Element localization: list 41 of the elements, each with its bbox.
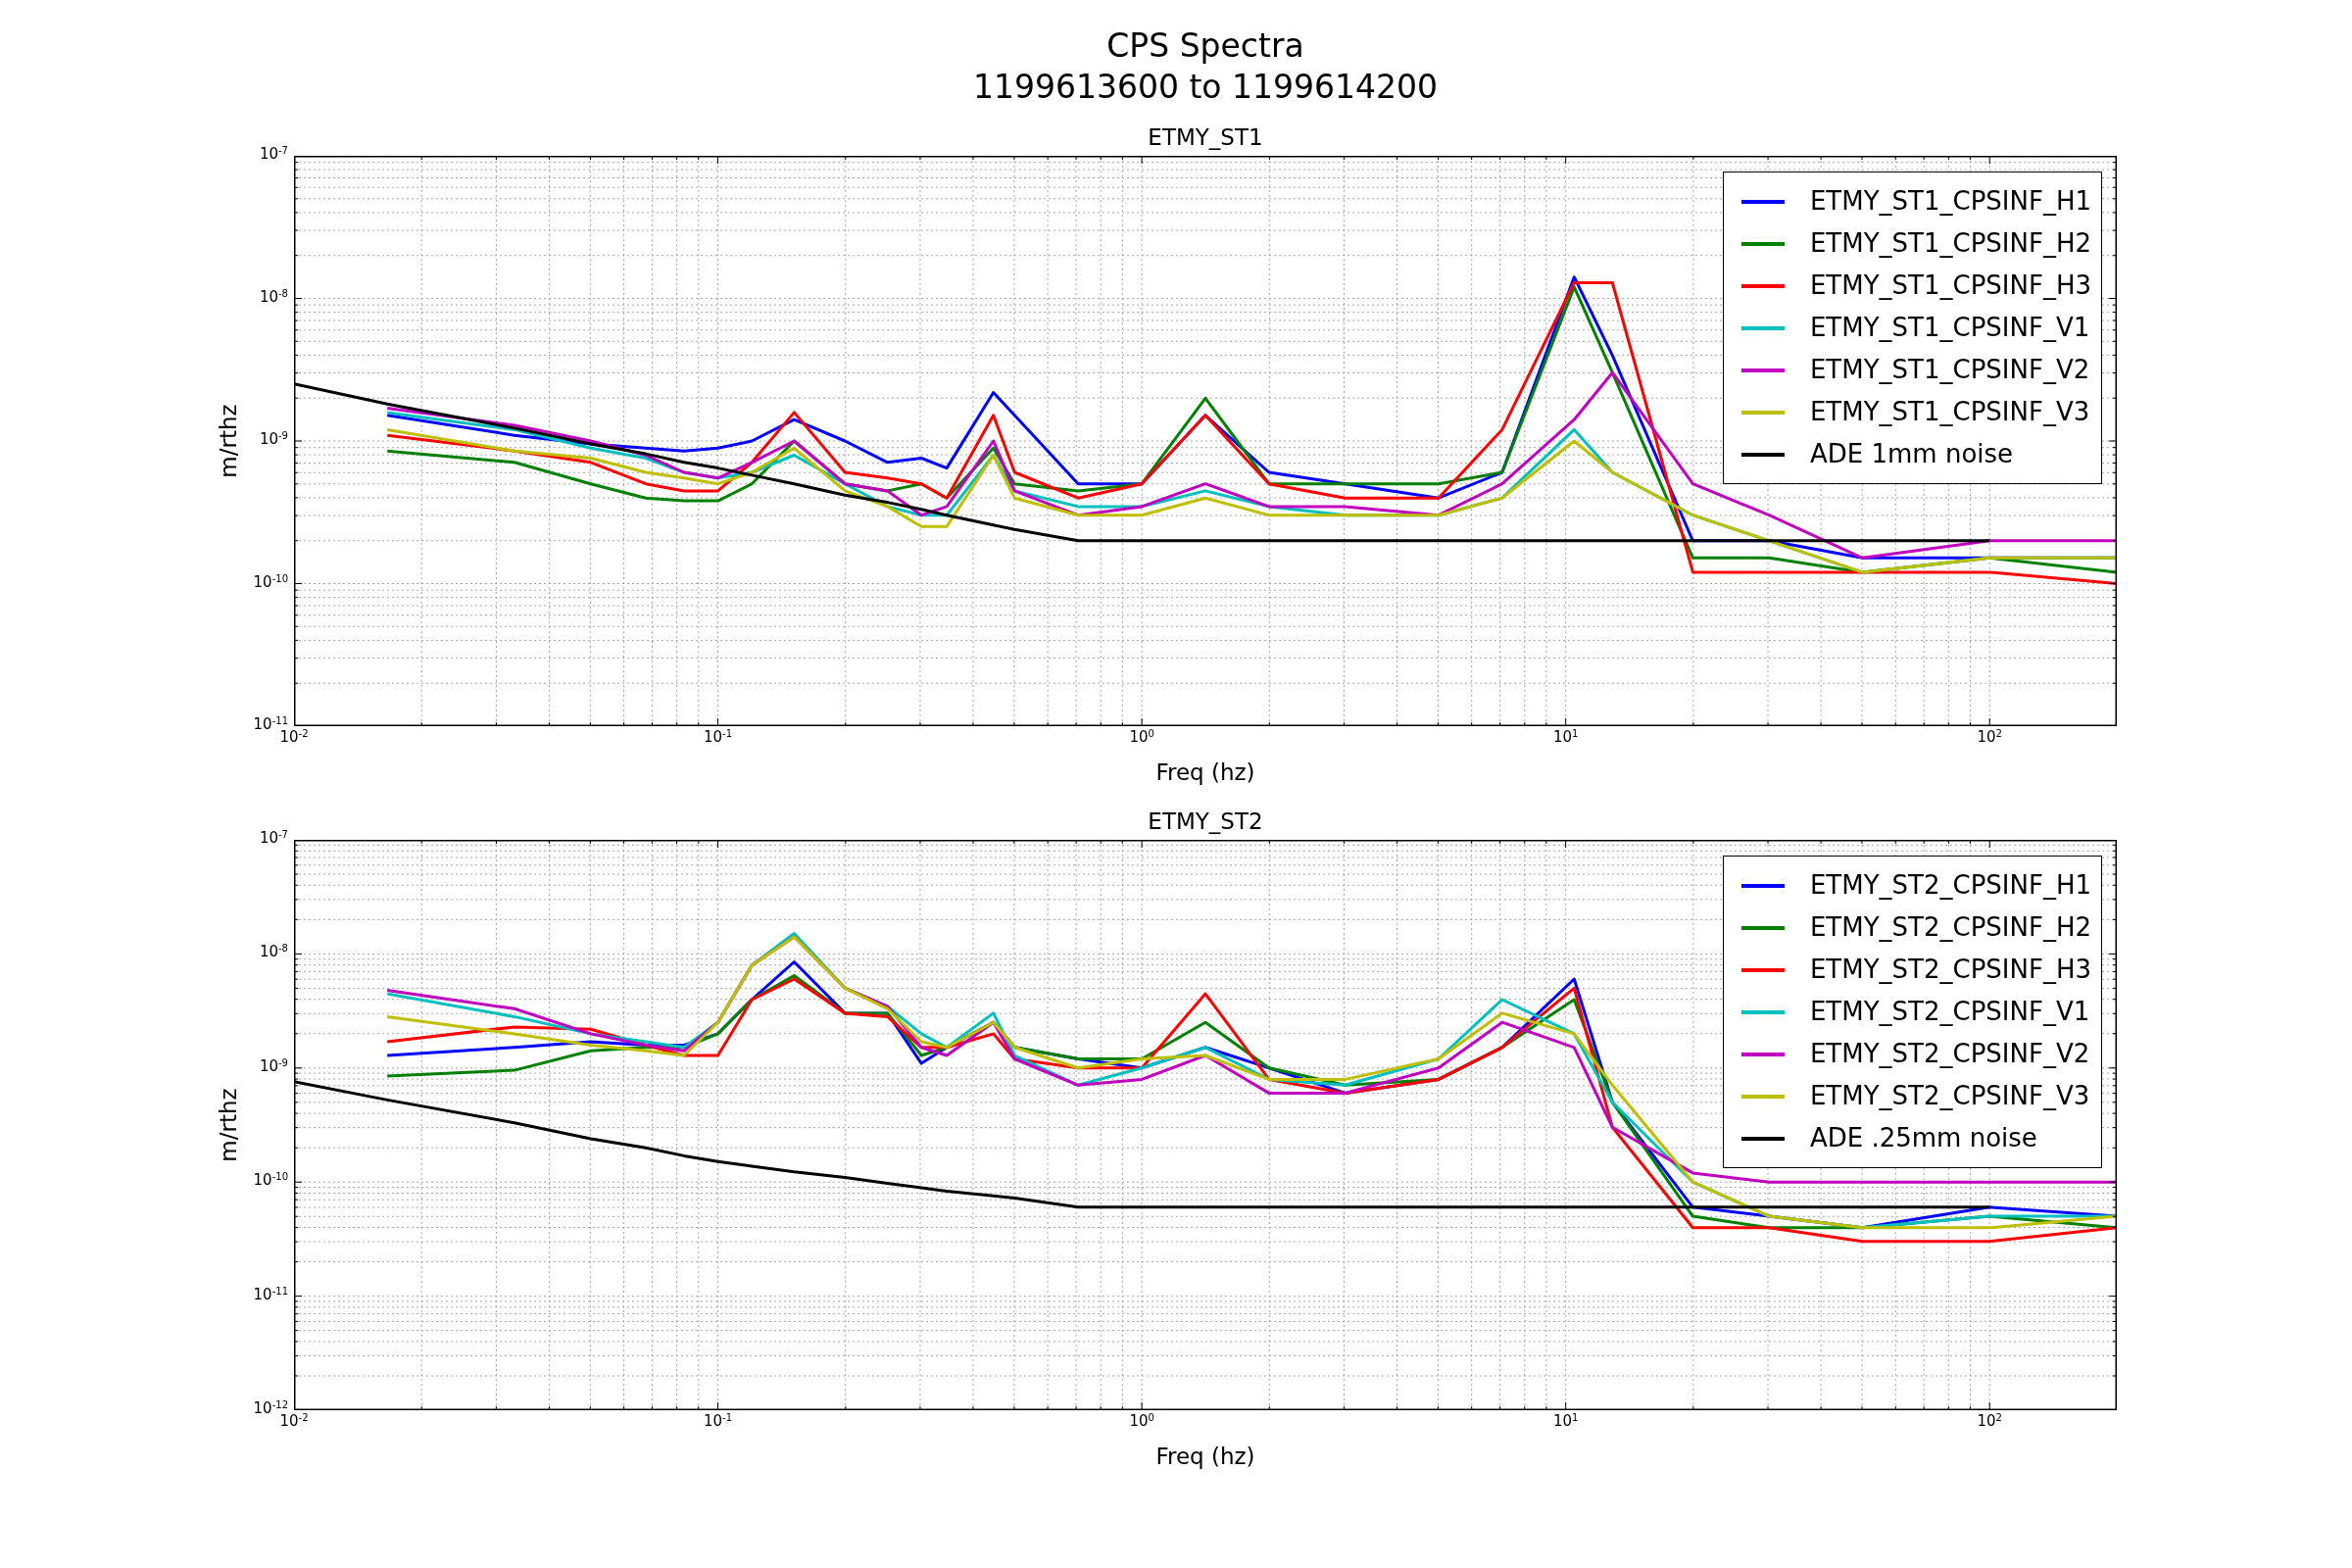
figure-title: CPS Spectra: [1106, 25, 1304, 67]
legend-label: ETMY_ST2_CPSINF_H3: [1809, 954, 2091, 986]
legend-label: ETMY_ST2_CPSINF_V1: [1809, 996, 2090, 1028]
axis-tick-label: 10$^{-10}$: [253, 1173, 288, 1189]
axis-tick-label: 10$^{-2}$: [279, 730, 309, 745]
axis-tick-label: 10$^{-1}$: [704, 1414, 733, 1429]
axis-tick-label: 10$^{-2}$: [279, 1414, 309, 1429]
axis-tick-label: 10$^{-8}$: [259, 945, 288, 960]
legend-label: ETMY_ST1_CPSINF_H3: [1809, 270, 2091, 302]
axis-tick-label: 10$^{-7}$: [259, 831, 288, 846]
legend-label: ADE .25mm noise: [1809, 1122, 2037, 1154]
axis-tick-label: 10$^{-11}$: [253, 1287, 288, 1302]
chart-title: ETMY_ST1: [1147, 123, 1264, 152]
legend-label: ETMY_ST1_CPSINF_V1: [1809, 312, 2090, 344]
axis-label: Freq (hz): [1154, 759, 1256, 787]
legend-label: ETMY_ST1_CPSINF_H1: [1809, 185, 2091, 218]
axis-label: m/rthz: [214, 1088, 242, 1162]
axis-tick-label: 10$^{0}$: [1129, 1414, 1154, 1429]
axis-tick-label: 10$^{-9}$: [259, 432, 288, 447]
axis-tick-label: 10$^{-10}$: [253, 574, 288, 590]
axis-tick-label: 10$^{1}$: [1552, 1414, 1579, 1429]
axis-tick-label: 10$^{1}$: [1552, 730, 1579, 745]
axis-label: m/rthz: [214, 404, 242, 478]
legend-label: ETMY_ST2_CPSINF_V3: [1809, 1080, 2090, 1112]
legend-label: ADE 1mm noise: [1809, 438, 2014, 470]
chart-title: ETMY_ST2: [1147, 808, 1264, 836]
axis-tick-label: 10$^{2}$: [1977, 1414, 2002, 1429]
axis-tick-label: 10$^{2}$: [1977, 730, 2002, 745]
axis-tick-label: 10$^{-9}$: [259, 1058, 288, 1074]
legend-label: ETMY_ST1_CPSINF_H2: [1809, 227, 2091, 260]
legend-label: ETMY_ST2_CPSINF_H1: [1809, 869, 2091, 902]
axis-label: Freq (hz): [1154, 1443, 1256, 1471]
axis-tick-label: 10$^{-7}$: [259, 147, 288, 162]
axis-tick-label: 10$^{-8}$: [259, 289, 288, 305]
legend-label: ETMY_ST2_CPSINF_V2: [1809, 1038, 2090, 1070]
figure-title: 1199613600 to 1199614200: [973, 67, 1438, 108]
axis-tick-label: 10$^{-1}$: [704, 730, 733, 745]
legend-label: ETMY_ST1_CPSINF_V2: [1809, 354, 2090, 386]
legend-label: ETMY_ST1_CPSINF_V3: [1809, 396, 2090, 428]
axis-tick-label: 10$^{0}$: [1129, 730, 1154, 745]
legend-label: ETMY_ST2_CPSINF_H2: [1809, 911, 2091, 944]
